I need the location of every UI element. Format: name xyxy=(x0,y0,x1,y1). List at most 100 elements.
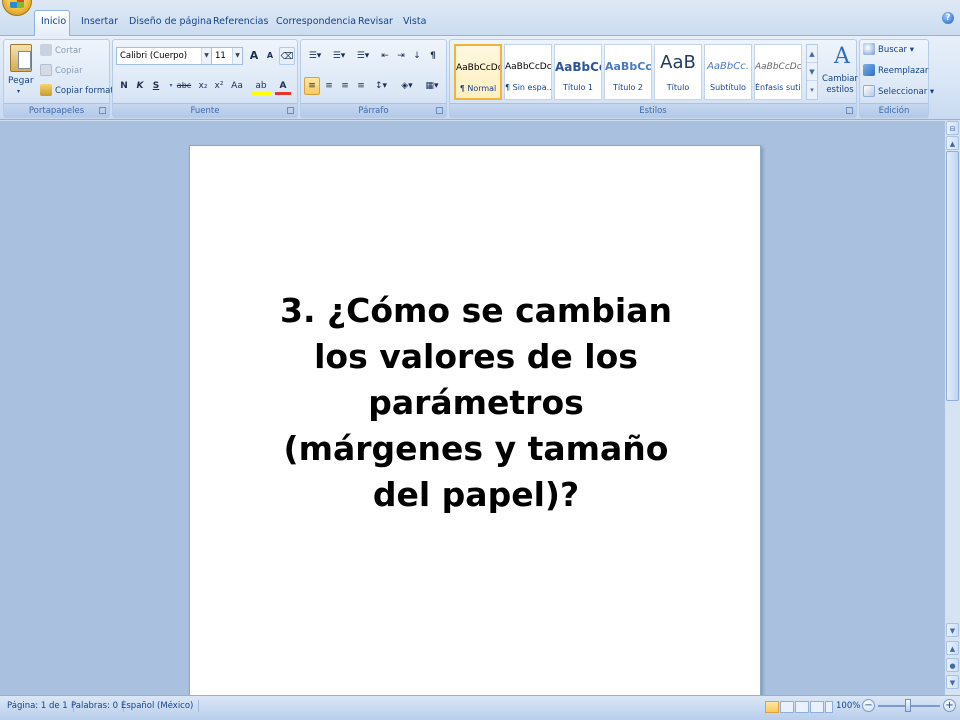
full-screen-reading-icon[interactable] xyxy=(780,701,794,713)
subscript-button[interactable]: x₂ xyxy=(195,77,211,95)
styles-gallery-scroll[interactable]: ▲ ▼ ▾ xyxy=(806,44,818,100)
tab-insertar[interactable]: Insertar xyxy=(75,11,124,35)
style-no-spacing[interactable]: AaBbCcDc ¶ Sin espa... xyxy=(504,44,552,100)
underline-button[interactable]: S xyxy=(148,77,164,95)
styles-launcher-icon[interactable] xyxy=(846,107,853,114)
browse-object-icon[interactable]: ● xyxy=(946,658,959,672)
line-spacing-icon[interactable]: ↕▾ xyxy=(371,77,391,95)
clipboard-launcher-icon[interactable] xyxy=(99,107,106,114)
font-color-button[interactable]: A xyxy=(275,77,291,95)
decrease-indent-icon[interactable]: ⇤ xyxy=(377,47,393,65)
print-layout-icon[interactable] xyxy=(765,701,779,713)
cursor-icon xyxy=(863,85,875,97)
shrink-font-button[interactable]: A xyxy=(262,47,278,65)
chevron-up-icon[interactable]: ▲ xyxy=(807,45,817,63)
chevron-down-icon: ▼ xyxy=(232,48,242,64)
scroll-up-icon[interactable]: ▲ xyxy=(946,136,959,150)
tab-inicio[interactable]: Inicio xyxy=(34,10,70,36)
zoom-out-icon[interactable]: − xyxy=(862,699,875,712)
status-page[interactable]: Página: 1 de 1 xyxy=(2,700,74,712)
align-left-icon[interactable]: ≡ xyxy=(304,77,320,95)
borders-icon[interactable]: ▦▾ xyxy=(421,77,443,95)
font-launcher-icon[interactable] xyxy=(287,107,294,114)
vertical-scrollbar[interactable]: ⊟ ▲ ▼ ▲ ● ▼ xyxy=(944,121,960,695)
previous-page-icon[interactable]: ▲ xyxy=(946,641,959,655)
select-label: Seleccionar xyxy=(878,87,928,97)
binoculars-icon xyxy=(863,43,875,55)
more-icon[interactable]: ▾ xyxy=(807,81,817,99)
copy-button[interactable]: Copiar xyxy=(40,62,83,80)
paragraph-launcher-icon[interactable] xyxy=(436,107,443,114)
zoom-level[interactable]: 100% xyxy=(836,700,860,712)
web-layout-icon[interactable] xyxy=(795,701,809,713)
document-heading-line: los valores de los xyxy=(314,337,638,376)
zoom-slider-thumb[interactable] xyxy=(905,699,911,712)
style-heading-2[interactable]: AaBbCc Título 2 xyxy=(604,44,652,100)
shading-icon[interactable]: ◈▾ xyxy=(396,77,418,95)
grow-font-button[interactable]: A xyxy=(246,47,262,65)
align-right-icon[interactable]: ≡ xyxy=(337,77,353,95)
cut-label: Cortar xyxy=(55,46,82,56)
numbering-icon[interactable]: ☰▾ xyxy=(328,47,350,65)
document-heading-line: 3. ¿Cómo se cambian xyxy=(280,291,672,330)
style-subtitle[interactable]: AaBbCc. Subtítulo xyxy=(704,44,752,100)
ruler-toggle-icon[interactable]: ⊟ xyxy=(946,121,959,135)
outline-icon[interactable] xyxy=(810,701,824,713)
style-sample: AaBbCc xyxy=(555,60,601,74)
tab-correspondencia[interactable]: Correspondencia xyxy=(270,11,362,35)
draft-icon[interactable] xyxy=(825,701,833,713)
show-marks-button[interactable]: ¶ xyxy=(425,47,441,65)
group-label-paragraph: Párrafo xyxy=(301,103,446,117)
tab-referencias[interactable]: Referencias xyxy=(207,11,274,35)
paste-icon xyxy=(10,44,32,72)
italic-button[interactable]: K xyxy=(132,77,148,95)
style-title[interactable]: AaB Título xyxy=(654,44,702,100)
style-name: Título 1 xyxy=(562,83,594,92)
strikethrough-button[interactable]: abc xyxy=(174,77,194,95)
change-styles-button[interactable]: Cambiar estilos xyxy=(820,74,860,96)
multilevel-list-icon[interactable]: ☰▾ xyxy=(352,47,374,65)
select-button[interactable]: Seleccionar ▾ xyxy=(863,83,934,101)
tab-revisar[interactable]: Revisar xyxy=(352,11,399,35)
status-language[interactable]: Español (México) xyxy=(116,700,200,712)
zoom-in-icon[interactable]: + xyxy=(943,699,956,712)
office-button[interactable] xyxy=(2,0,32,16)
help-icon[interactable]: ? xyxy=(942,12,954,24)
format-painter-button[interactable]: Copiar formato xyxy=(40,82,119,100)
bold-button[interactable]: N xyxy=(116,77,132,95)
bullets-icon[interactable]: ☰▾ xyxy=(304,47,326,65)
document-workspace: 3. ¿Cómo se cambian los valores de los p… xyxy=(0,121,944,695)
scroll-down-icon[interactable]: ▼ xyxy=(946,623,959,637)
clear-format-icon[interactable]: ⌫ xyxy=(279,47,295,65)
replace-label: Reemplazar xyxy=(878,66,929,76)
style-heading-1[interactable]: AaBbCc Título 1 xyxy=(554,44,602,100)
sort-icon[interactable]: ↓ xyxy=(409,47,425,65)
group-editing: Buscar ▾ Reemplazar Seleccionar ▾ Edició… xyxy=(859,39,934,118)
document-heading-line: del papel)? xyxy=(372,475,580,514)
chevron-down-icon[interactable]: ▼ xyxy=(807,63,817,81)
find-button[interactable]: Buscar ▾ xyxy=(863,41,914,59)
cut-button[interactable]: Cortar xyxy=(40,42,82,60)
replace-button[interactable]: Reemplazar xyxy=(863,62,928,80)
font-size-combo[interactable]: 11 ▼ xyxy=(211,47,243,65)
change-styles-icon[interactable]: A xyxy=(830,44,854,70)
increase-indent-icon[interactable]: ⇥ xyxy=(393,47,409,65)
style-subtle-emphasis[interactable]: AaBbCcDc Énfasis sutil xyxy=(754,44,802,100)
change-case-button[interactable]: Aa xyxy=(227,77,247,95)
scroll-thumb[interactable] xyxy=(946,151,959,401)
style-sample: AaBbCcDc xyxy=(505,62,551,72)
font-name-combo[interactable]: Calibri (Cuerpo) ▼ xyxy=(116,47,212,65)
highlight-button[interactable]: ab xyxy=(251,77,271,95)
tab-diseno-de-pagina[interactable]: Diseño de página xyxy=(123,11,218,35)
tab-vista[interactable]: Vista xyxy=(397,11,432,35)
justify-icon[interactable]: ≡ xyxy=(353,77,369,95)
replace-icon xyxy=(863,64,875,76)
next-page-icon[interactable]: ▼ xyxy=(946,675,959,689)
paste-button[interactable]: Pegar ▾ xyxy=(4,40,38,104)
style-normal[interactable]: AaBbCcDc ¶ Normal xyxy=(454,44,502,100)
superscript-button[interactable]: x² xyxy=(211,77,227,95)
style-sample: AaBbCcDc xyxy=(755,62,801,72)
document-page[interactable]: 3. ¿Cómo se cambian los valores de los p… xyxy=(189,145,761,695)
ribbon-tab-strip: Inicio Insertar Diseño de página Referen… xyxy=(0,0,960,36)
align-center-icon[interactable]: ≡ xyxy=(321,77,337,95)
